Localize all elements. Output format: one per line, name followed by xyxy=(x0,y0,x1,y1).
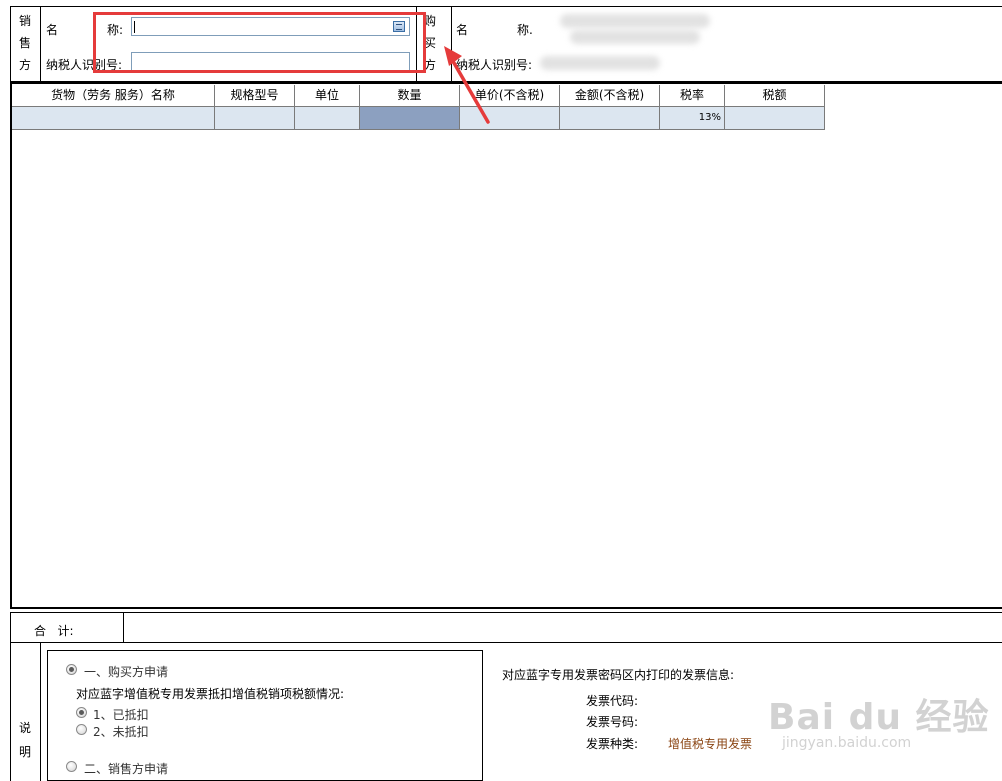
invoice-info-title: 对应蓝字专用发票密码区内打印的发票信息: xyxy=(502,668,735,682)
invoice-code-label: 发票代码: xyxy=(586,694,639,708)
column-header-amount[interactable]: 金额(不含税) xyxy=(560,85,660,107)
invoice-type-label: 发票种类: xyxy=(586,737,639,751)
radio-seller-application[interactable] xyxy=(66,761,77,772)
cell-tax-amount[interactable] xyxy=(725,107,825,130)
option-buyer-application-label: 一、购买方申请 xyxy=(84,665,169,679)
cell-spec[interactable] xyxy=(215,107,295,130)
divider xyxy=(40,7,41,81)
buyer-name-label-2: 称. xyxy=(517,23,533,37)
seller-side-char: 方 xyxy=(18,58,31,72)
seller-side-char: 售 xyxy=(18,36,31,50)
redacted-buyer-name xyxy=(560,14,710,28)
cell-amount[interactable] xyxy=(560,107,660,130)
goods-table: 货物（劳务 服务）名称 规格型号 单位 数量 单价(不含税) 金额(不含税) 税… xyxy=(10,82,1002,609)
option-deducted-label: 1、已抵扣 xyxy=(93,708,149,722)
notes-side-char: 说 xyxy=(18,721,31,735)
invoice-type-value[interactable]: 增值税专用发票 xyxy=(668,735,752,752)
seller-side-char: 销 xyxy=(18,14,31,28)
radio-not-deducted[interactable] xyxy=(76,724,87,735)
column-header-tax-rate[interactable]: 税率 xyxy=(660,85,725,107)
column-header-goods-name[interactable]: 货物（劳务 服务）名称 xyxy=(12,85,215,107)
option-seller-application-label: 二、销售方申请 xyxy=(84,762,169,776)
option-not-deducted-label: 2、未抵扣 xyxy=(93,725,149,739)
column-header-spec[interactable]: 规格型号 xyxy=(215,85,295,107)
notes-side-label: 说 明 xyxy=(11,716,39,764)
seller-name-label-1: 名 xyxy=(46,23,59,37)
deduction-question: 对应蓝字增值税专用发票抵扣增值税销项税额情况: xyxy=(76,687,345,701)
divider xyxy=(40,643,41,781)
cell-goods-name[interactable] xyxy=(12,107,215,130)
redacted-buyer-name xyxy=(570,30,700,44)
radio-buyer-application[interactable] xyxy=(66,664,77,675)
total-row xyxy=(10,612,1002,643)
cell-tax-rate[interactable]: 13% xyxy=(660,107,725,130)
seller-name-label: 名 xyxy=(46,21,58,38)
buyer-name-label: 名 xyxy=(456,23,469,37)
baidu-jingyan-logo: Bai du 经验 xyxy=(768,697,990,738)
column-header-tax-amount[interactable]: 税额 xyxy=(725,85,825,107)
seller-side-label: 销 售 方 xyxy=(11,10,39,76)
total-label: 合 计: xyxy=(34,624,74,638)
radio-deducted[interactable] xyxy=(76,707,87,718)
divider xyxy=(123,613,124,642)
column-header-unit[interactable]: 单位 xyxy=(295,85,360,107)
invoice-number-label: 发票号码: xyxy=(586,715,639,729)
redacted-buyer-tax-id xyxy=(540,56,660,70)
annotation-highlight-box xyxy=(93,12,426,73)
notes-side-char: 明 xyxy=(18,745,31,759)
annotation-arrow-icon xyxy=(444,46,490,124)
cell-unit[interactable] xyxy=(295,107,360,130)
watermark-url: jingyan.baidu.com xyxy=(782,735,912,751)
